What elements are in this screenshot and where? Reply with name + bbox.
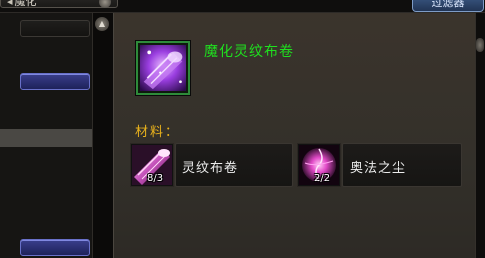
detail-scroll-thumb[interactable] <box>476 38 484 52</box>
materials-label: 材料： <box>135 125 181 140</box>
enchanted-runecloth-bolt-icon[interactable] <box>136 41 190 95</box>
search-arrow-icon: ◂ <box>7 0 13 8</box>
filter-button[interactable]: 过滤器 <box>412 0 484 12</box>
list-item[interactable] <box>0 17 92 39</box>
list-item[interactable] <box>0 236 92 258</box>
reagent-name: 灵纹布卷 <box>182 161 239 176</box>
list-item-slot <box>20 20 90 37</box>
reagent-count: 2/2 <box>314 173 331 184</box>
scroll-up-button[interactable]: ▲ <box>95 17 109 31</box>
search-value: 魔化 <box>14 0 37 8</box>
tradeskill-window: ◂ 魔化 过滤器 ▲ 魔化灵纹布卷 材料： 8/3 灵纹布卷 2/2 奥法之尘 <box>0 0 485 258</box>
reagent-name: 奥法之尘 <box>350 161 407 176</box>
recipe-name: 魔化灵纹布卷 <box>204 44 294 60</box>
list-item-slot <box>20 239 90 256</box>
reagent-count: 8/3 <box>147 173 164 184</box>
list-item-slot <box>20 73 90 90</box>
scrollbar[interactable] <box>92 13 114 258</box>
list-item[interactable] <box>0 70 92 92</box>
list-item-selected-highlight[interactable] <box>0 129 92 147</box>
